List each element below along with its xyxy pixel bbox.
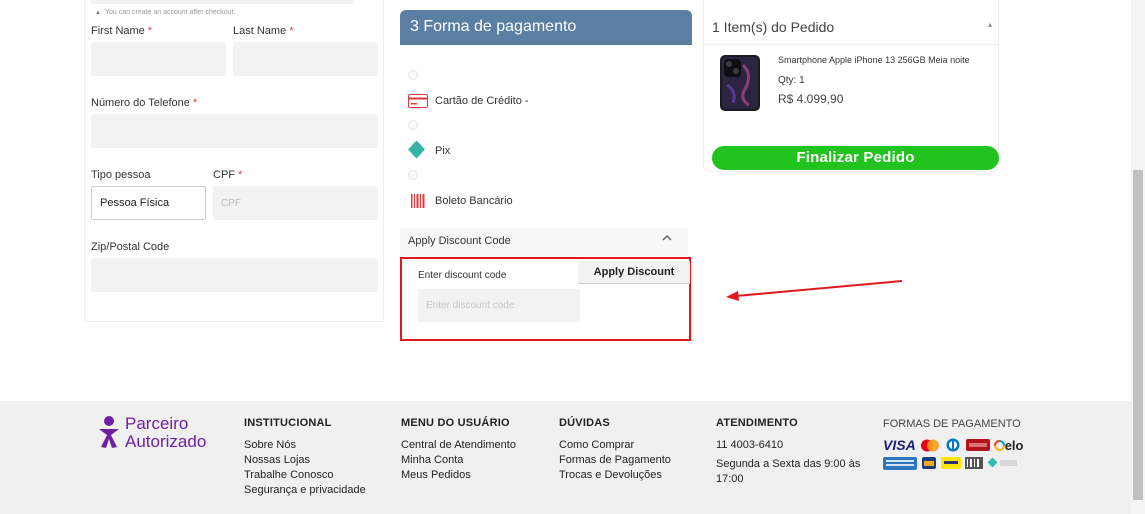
scrollbar-thumb[interactable]: [1133, 170, 1143, 500]
footer-link[interactable]: Nossas Lojas: [244, 453, 366, 468]
product-image: [719, 55, 761, 111]
payment-option-label: Pix: [435, 145, 451, 157]
footer-heading: DÚVIDAS: [559, 417, 610, 429]
logo-text: Parceiro Autorizado: [125, 414, 207, 451]
payment-methods-logos: VISA elo: [883, 437, 1023, 473]
order-summary: 1 Item(s) do Pedido ▴ Smartphone Apple i…: [703, 0, 1000, 172]
annotation-arrow: [726, 280, 903, 301]
footer-heading: INSTITUCIONAL: [244, 417, 332, 429]
footer-link[interactable]: Segurança e privacidade: [244, 483, 366, 498]
cpf-label: CPF *: [213, 169, 243, 181]
support-hours: 17:00: [716, 473, 744, 485]
product-name: Smartphone Apple iPhone 13 256GB Meia no…: [778, 55, 970, 65]
discount-code-input[interactable]: Enter discount code: [418, 289, 580, 322]
footer-heading: MENU DO USUÁRIO: [401, 417, 510, 429]
mercadopago-logo-icon: [941, 457, 961, 469]
elo-logo-icon: elo: [993, 438, 1023, 453]
footer-col-atendimento: ATENDIMENTO 11 4003-6410 Segunda a Sexta…: [716, 417, 860, 487]
last-name-field[interactable]: [233, 42, 378, 76]
first-name-field[interactable]: [91, 42, 226, 76]
footer-link[interactable]: Minha Conta: [401, 453, 516, 468]
radio-pix[interactable]: [408, 120, 418, 130]
hipercard-logo-icon: [965, 439, 990, 451]
barcode-icon: [408, 192, 428, 210]
divider: [704, 44, 1000, 45]
caret-icon[interactable]: ▴: [988, 20, 992, 29]
scrollbar[interactable]: [1131, 0, 1145, 514]
product-price: R$ 4.099,90: [778, 92, 844, 106]
checkout-page: ▲ You can create an account after checkou…: [0, 0, 1145, 514]
hiper-logo-icon: [922, 457, 936, 469]
discount-toggle-label: Apply Discount Code: [408, 235, 511, 247]
discount-toggle[interactable]: Apply Discount Code: [400, 228, 688, 256]
support-phone: 11 4003-6410: [716, 439, 784, 451]
cpf-field[interactable]: CPF: [213, 186, 378, 220]
order-summary-title: 1 Item(s) do Pedido: [712, 19, 835, 35]
discount-code-label: Enter discount code: [418, 270, 507, 281]
pix-logo-icon: [987, 457, 1017, 468]
footer: Parceiro Autorizado INSTITUCIONAL Sobre …: [0, 401, 1131, 514]
footer-link[interactable]: Sobre Nós: [244, 438, 366, 453]
person-type-select[interactable]: Pessoa Física: [91, 186, 206, 220]
finalize-order-button[interactable]: Finalizar Pedido: [712, 146, 999, 170]
payment-option-boleto[interactable]: Boleto Bancário: [408, 170, 513, 212]
first-name-label: First Name *: [91, 25, 153, 37]
zip-field[interactable]: [91, 258, 378, 292]
footer-link[interactable]: Como Comprar: [559, 438, 671, 453]
footer-link[interactable]: Central de Atendimento: [401, 438, 516, 453]
payment-option-pix[interactable]: Pix: [408, 120, 450, 162]
footer-link[interactable]: Trabalhe Conosco: [244, 468, 366, 483]
shipping-form: ▲ You can create an account after checkou…: [84, 0, 384, 322]
payment-option-label: Boleto Bancário: [435, 195, 513, 207]
visa-logo-icon: VISA: [883, 437, 916, 453]
zip-label: Zip/Postal Code: [91, 241, 170, 253]
footer-link[interactable]: Trocas e Devoluções: [559, 468, 671, 483]
footer-col-duvidas: DÚVIDAS Como Comprar Formas de Pagamento…: [559, 417, 671, 483]
footer-col-menu-usuario: MENU DO USUÁRIO Central de Atendimento M…: [401, 417, 516, 483]
phone-label: Número do Telefone *: [91, 97, 198, 109]
person-type-label: Tipo pessoa: [91, 169, 151, 181]
parceiro-autorizado-logo[interactable]: Parceiro Autorizado: [97, 415, 206, 451]
pix-icon: [408, 141, 428, 160]
payment-option-credit-card[interactable]: Cartão de Crédito -: [408, 70, 529, 112]
payment-header: 3 Forma de pagamento: [400, 10, 692, 45]
support-hours: Segunda a Sexta das 9:00 às: [716, 458, 861, 470]
boleto-logo-icon: [965, 457, 983, 469]
amex-logo-icon: [883, 456, 917, 470]
credit-card-icon: [408, 92, 428, 110]
apply-discount-button[interactable]: Apply Discount: [578, 261, 690, 284]
account-hint: ▲ You can create an account after checkou…: [95, 9, 236, 16]
payment-section: 3 Forma de pagamento Cartão de Crédito -…: [400, 10, 692, 341]
last-name-label: Last Name *: [233, 25, 294, 37]
email-field[interactable]: [91, 0, 353, 4]
product-qty: Qty: 1: [778, 75, 805, 86]
footer-link[interactable]: Meus Pedidos: [401, 468, 516, 483]
radio-credit-card[interactable]: [408, 70, 418, 80]
payment-methods-title: FORMAS DE PAGAMENTO: [883, 418, 1021, 430]
diners-logo-icon: [946, 438, 960, 452]
caret-up-icon: ▲: [95, 10, 101, 16]
radio-boleto[interactable]: [408, 170, 418, 180]
footer-heading: ATENDIMENTO: [716, 417, 798, 429]
person-icon: [99, 416, 119, 448]
chevron-up-icon: [662, 234, 672, 245]
payment-option-label: Cartão de Crédito -: [435, 95, 529, 107]
mastercard-logo-icon: [920, 439, 939, 451]
phone-field[interactable]: [91, 114, 378, 148]
discount-code-box: Enter discount code Apply Discount Enter…: [400, 257, 691, 341]
footer-col-institucional: INSTITUCIONAL Sobre Nós Nossas Lojas Tra…: [244, 417, 366, 498]
footer-link[interactable]: Formas de Pagamento: [559, 453, 671, 468]
